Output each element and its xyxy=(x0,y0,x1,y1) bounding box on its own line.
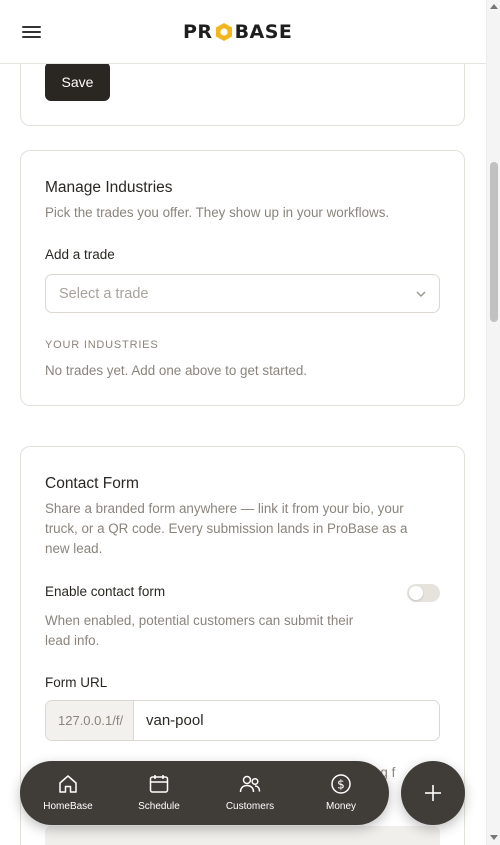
industries-description: Pick the trades you offer. They show up … xyxy=(45,205,390,220)
page-scrollbar[interactable] xyxy=(486,0,500,845)
form-url-field[interactable]: 127.0.0.1/f/ van-pool xyxy=(45,700,440,741)
enable-contact-form-toggle[interactable] xyxy=(407,584,440,602)
trade-select[interactable]: Select a trade xyxy=(45,274,440,313)
add-fab-button[interactable] xyxy=(401,761,465,825)
enable-help-1: When enabled, potential customers can su… xyxy=(45,613,354,628)
industries-empty-text: No trades yet. Add one above to get star… xyxy=(45,363,308,378)
nav-item-schedule[interactable]: Schedule xyxy=(113,761,205,825)
form-url-prefix: 127.0.0.1/f/ xyxy=(46,701,134,740)
nav-label-homebase: HomeBase xyxy=(43,801,93,812)
toggle-knob xyxy=(409,586,423,600)
nav-label-customers: Customers xyxy=(225,801,275,812)
nav-item-customers[interactable]: Customers xyxy=(204,761,296,825)
your-industries-heading: YOUR INDUSTRIES xyxy=(45,339,159,351)
users-icon xyxy=(239,775,261,793)
plus-icon xyxy=(425,785,441,801)
partial-field xyxy=(45,826,440,845)
home-icon xyxy=(59,775,77,793)
calendar-icon xyxy=(149,775,169,793)
contact-form-description-1: Share a branded form anywhere — link it … xyxy=(45,501,404,516)
add-trade-label: Add a trade xyxy=(45,247,115,262)
scroll-down-icon[interactable] xyxy=(490,835,498,840)
probase-logo[interactable]: PR BASE xyxy=(183,21,292,43)
contact-form-description-3: new lead. xyxy=(45,541,103,556)
menu-icon[interactable] xyxy=(22,24,42,40)
contact-form-description-2: truck, or a QR code. Every submission la… xyxy=(45,521,408,536)
contact-form-title: Contact Form xyxy=(45,475,139,492)
scroll-up-icon[interactable] xyxy=(490,4,498,9)
trade-select-placeholder: Select a trade xyxy=(59,286,149,302)
dollar-icon: $ xyxy=(331,774,351,794)
top-header: PR BASE xyxy=(0,0,486,64)
nav-label-schedule: Schedule xyxy=(138,801,180,812)
industries-title: Manage Industries xyxy=(45,179,173,196)
scrollbar-thumb[interactable] xyxy=(490,162,498,322)
nav-label-money: Money xyxy=(325,801,356,812)
nav-item-homebase[interactable]: HomeBase xyxy=(22,761,114,825)
save-button[interactable]: Save xyxy=(45,62,110,101)
form-url-label: Form URL xyxy=(45,675,108,690)
logo-text-right: BASE xyxy=(234,21,293,43)
svg-text:$: $ xyxy=(337,778,345,792)
form-url-slug-input[interactable]: van-pool xyxy=(146,712,204,729)
nav-item-money[interactable]: $ Money xyxy=(295,761,387,825)
enable-contact-form-label: Enable contact form xyxy=(45,584,166,599)
logo-text-left: PR xyxy=(183,21,213,43)
hex-bolt-icon xyxy=(215,23,232,41)
chevron-down-icon xyxy=(416,291,426,297)
enable-help-2: lead info. xyxy=(45,633,100,648)
bottom-navigation: HomeBase Schedule Customers $ Money xyxy=(20,761,389,825)
